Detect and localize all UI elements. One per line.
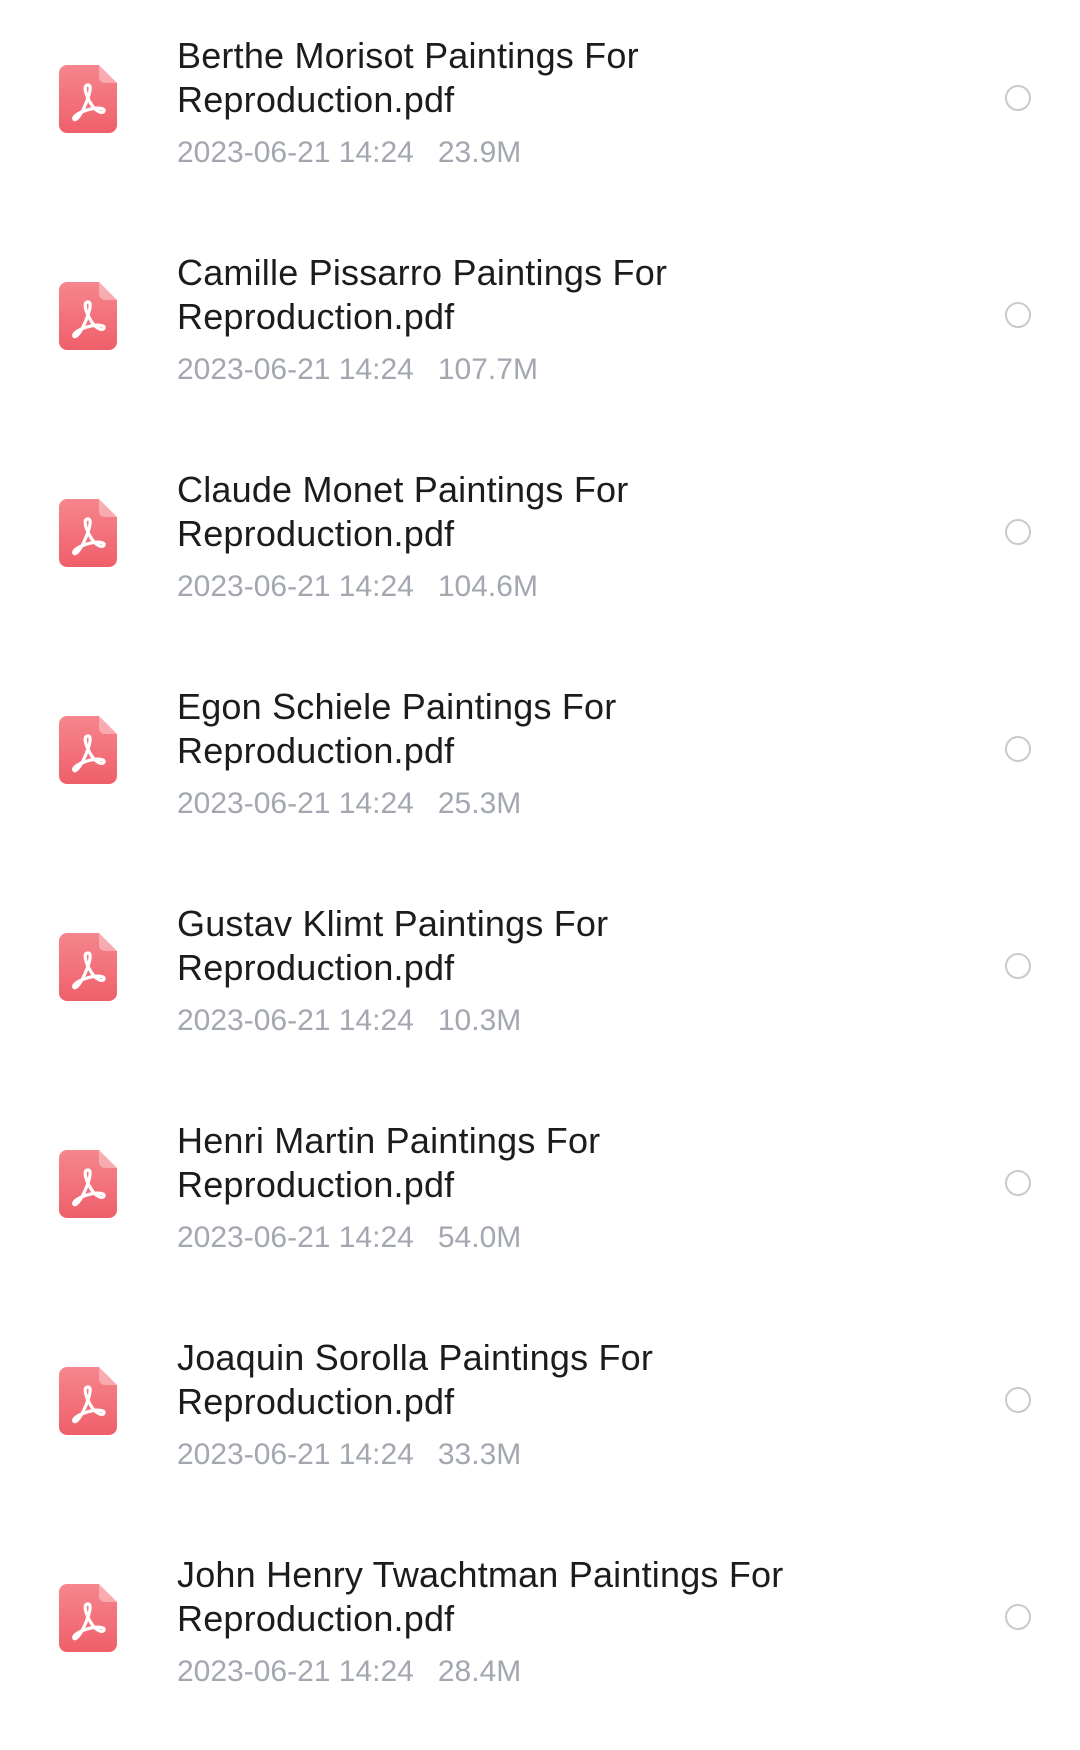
file-name: Egon Schiele Paintings For Reproduction.… (177, 685, 937, 773)
file-row[interactable]: Camille Pissarro Paintings For Reproduct… (0, 217, 1080, 437)
pdf-icon (59, 933, 117, 1001)
file-name-line-1: Camille Pissarro Paintings For (177, 252, 668, 293)
pdf-icon (59, 1584, 117, 1652)
file-name-line-2: Reproduction.pdf (177, 730, 455, 771)
file-date: 2023-06-21 14:24 (177, 353, 414, 386)
file-name-line-1: Egon Schiele Paintings For (177, 686, 617, 727)
file-name-line-1: John Henry Twachtman Paintings For (177, 1554, 784, 1595)
file-date: 2023-06-21 14:24 (177, 1221, 414, 1254)
file-name-line-2: Reproduction.pdf (177, 79, 455, 120)
file-meta: 2023-06-21 14:24 25.3M (177, 786, 521, 822)
file-size: 33.3M (437, 1438, 522, 1471)
file-row[interactable]: Gustav Klimt Paintings For Reproduction.… (0, 868, 1080, 1088)
file-size: 104.6M (437, 570, 538, 603)
pdf-icon (59, 282, 117, 350)
pdf-icon (59, 65, 117, 133)
file-date: 2023-06-21 14:24 (177, 1438, 414, 1471)
file-size: 23.9M (437, 136, 522, 169)
file-size: 10.3M (437, 1004, 522, 1037)
file-meta: 2023-06-21 14:24 54.0M (177, 1220, 521, 1256)
file-row[interactable]: Joaquin Sorolla Paintings For Reproducti… (0, 1302, 1080, 1522)
file-meta: 2023-06-21 14:24 10.3M (177, 1003, 521, 1039)
file-row[interactable]: John Henry Twachtman Paintings For Repro… (0, 1519, 1080, 1739)
file-name-line-2: Reproduction.pdf (177, 1381, 455, 1422)
file-size: 54.0M (437, 1221, 522, 1254)
file-name-line-2: Reproduction.pdf (177, 1598, 455, 1639)
file-name: Henri Martin Paintings For Reproduction.… (177, 1119, 937, 1207)
select-radio[interactable] (1005, 736, 1031, 762)
select-radio[interactable] (1005, 302, 1031, 328)
pdf-icon (59, 499, 117, 567)
file-date: 2023-06-21 14:24 (177, 1655, 414, 1688)
file-size: 107.7M (437, 353, 538, 386)
pdf-icon (59, 1367, 117, 1435)
file-name: Gustav Klimt Paintings For Reproduction.… (177, 902, 937, 990)
file-date: 2023-06-21 14:24 (177, 787, 414, 820)
file-meta: 2023-06-21 14:24 33.3M (177, 1437, 521, 1473)
select-radio[interactable] (1005, 1604, 1031, 1630)
file-date: 2023-06-21 14:24 (177, 1004, 414, 1037)
select-radio[interactable] (1005, 1170, 1031, 1196)
file-name-line-2: Reproduction.pdf (177, 1164, 455, 1205)
pdf-icon (59, 716, 117, 784)
file-name: Berthe Morisot Paintings For Reproductio… (177, 34, 937, 122)
file-name: Camille Pissarro Paintings For Reproduct… (177, 251, 937, 339)
select-radio[interactable] (1005, 953, 1031, 979)
file-meta: 2023-06-21 14:24 107.7M (177, 352, 538, 388)
file-name-line-1: Henri Martin Paintings For (177, 1120, 601, 1161)
file-row[interactable]: Egon Schiele Paintings For Reproduction.… (0, 651, 1080, 871)
file-name-line-1: Berthe Morisot Paintings For (177, 35, 639, 76)
file-row[interactable]: Claude Monet Paintings For Reproduction.… (0, 434, 1080, 654)
file-name-line-2: Reproduction.pdf (177, 947, 455, 988)
file-list: Berthe Morisot Paintings For Reproductio… (0, 0, 1080, 1750)
pdf-icon (59, 1150, 117, 1218)
file-name-line-2: Reproduction.pdf (177, 296, 455, 337)
file-meta: 2023-06-21 14:24 28.4M (177, 1654, 521, 1690)
file-name-line-2: Reproduction.pdf (177, 513, 455, 554)
file-date: 2023-06-21 14:24 (177, 570, 414, 603)
file-meta: 2023-06-21 14:24 23.9M (177, 135, 521, 171)
file-row[interactable]: Berthe Morisot Paintings For Reproductio… (0, 0, 1080, 220)
file-date: 2023-06-21 14:24 (177, 136, 414, 169)
file-name: Claude Monet Paintings For Reproduction.… (177, 468, 937, 556)
file-name-line-1: Claude Monet Paintings For (177, 469, 629, 510)
file-name: Joaquin Sorolla Paintings For Reproducti… (177, 1336, 937, 1424)
file-name-line-1: Gustav Klimt Paintings For (177, 903, 609, 944)
file-name: John Henry Twachtman Paintings For Repro… (177, 1553, 937, 1641)
file-name-line-1: Joaquin Sorolla Paintings For (177, 1337, 654, 1378)
file-row[interactable]: Henri Martin Paintings For Reproduction.… (0, 1085, 1080, 1305)
select-radio[interactable] (1005, 85, 1031, 111)
file-size: 28.4M (437, 1655, 522, 1688)
file-meta: 2023-06-21 14:24 104.6M (177, 569, 538, 605)
file-size: 25.3M (437, 787, 522, 820)
select-radio[interactable] (1005, 519, 1031, 545)
select-radio[interactable] (1005, 1387, 1031, 1413)
